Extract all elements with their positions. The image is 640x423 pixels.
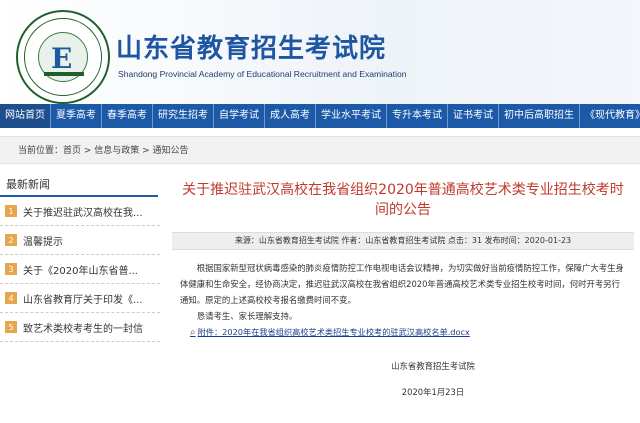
nav-spring-exam[interactable]: 春季高考 <box>102 104 153 128</box>
nav-modern-education[interactable]: 《现代教育》 <box>580 104 640 128</box>
item-number-badge: 4 <box>5 292 17 304</box>
list-item[interactable]: 2 温馨提示 <box>0 226 160 255</box>
news-link[interactable]: 致艺术类校考考生的一封信 <box>23 320 143 335</box>
article-date: 2020年1月23日 <box>401 387 465 397</box>
nav-adult-exam[interactable]: 成人高考 <box>265 104 316 128</box>
list-item[interactable]: 3 关于《2020年山东省普... <box>0 255 160 284</box>
article-main: 关于推迟驻武汉高校在我省组织2020年普通高校艺术类专业招生校考时间的公告 来源… <box>172 176 634 398</box>
attachment-text[interactable]: 附件：2020年在我省组织高校艺术类招生专业校考的驻武汉高校名单.docx <box>198 326 470 338</box>
news-link[interactable]: 温馨提示 <box>23 233 63 248</box>
breadcrumb: 当前位置：首页 > 信息与政策 > 通知公告 <box>0 136 640 164</box>
news-link[interactable]: 关于推迟驻武汉高校在我... <box>23 204 143 219</box>
article-title: 关于推迟驻武汉高校在我省组织2020年普通高校艺术类专业招生校考时间的公告 <box>182 182 624 218</box>
nav-vocational-admission[interactable]: 初中后高职招生 <box>499 104 580 128</box>
sidebar: 最新新闻 1 关于推迟驻武汉高校在我... 2 温馨提示 3 关于《2020年山… <box>0 175 160 342</box>
news-link[interactable]: 山东省教育厅关于印发《... <box>23 291 143 306</box>
item-number-badge: 3 <box>5 263 17 275</box>
nav-certificate-exam[interactable]: 证书考试 <box>448 104 499 128</box>
nav-upgrade-exam[interactable]: 专升本考试 <box>387 104 448 128</box>
attachment-link[interactable]: ⌕ 附件：2020年在我省组织高校艺术类招生专业校考的驻武汉高校名单.docx <box>172 326 634 338</box>
nav-self-study-exam[interactable]: 自学考试 <box>214 104 265 128</box>
main-nav: 网站首页 夏季高考 春季高考 研究生招考 自学考试 成人高考 学业水平考试 专升… <box>0 104 640 128</box>
site-title: 山东省教育招生考试院 <box>116 34 387 64</box>
item-number-badge: 2 <box>5 234 17 246</box>
article-paragraph: 恳请考生、家长理解支持。 <box>196 311 298 321</box>
nav-proficiency-exam[interactable]: 学业水平考试 <box>316 104 387 128</box>
site-header: E 山东省教育招生考试院 Shandong Provincial Academy… <box>0 0 640 104</box>
sidebar-title: 最新新闻 <box>0 175 158 197</box>
nav-home[interactable]: 网站首页 <box>0 104 51 128</box>
item-number-badge: 5 <box>5 321 17 333</box>
nav-graduate-exam[interactable]: 研究生招考 <box>153 104 214 128</box>
article-meta: 来源：山东省教育招生考试院 作者：山东省教育招生考试院 点击：31 发布时间：2… <box>172 232 634 250</box>
list-item[interactable]: 5 致艺术类校考考生的一封信 <box>0 313 160 342</box>
item-number-badge: 1 <box>5 205 17 217</box>
article-signature: 山东省教育招生考试院 <box>391 361 475 371</box>
site-subtitle: Shandong Provincial Academy of Education… <box>118 69 407 79</box>
breadcrumb-text[interactable]: 当前位置：首页 > 信息与政策 > 通知公告 <box>18 137 189 165</box>
news-link[interactable]: 关于《2020年山东省普... <box>23 262 138 277</box>
list-item[interactable]: 1 关于推迟驻武汉高校在我... <box>0 197 160 226</box>
paperclip-icon: ⌕ <box>190 326 196 338</box>
article-paragraph: 根据国家新型冠状病毒感染的肺炎疫情防控工作电视电话会议精神，为切实做好当前疫情防… <box>180 263 624 305</box>
academy-logo-icon[interactable]: E <box>16 10 110 104</box>
nav-summer-exam[interactable]: 夏季高考 <box>51 104 102 128</box>
list-item[interactable]: 4 山东省教育厅关于印发《... <box>0 284 160 313</box>
